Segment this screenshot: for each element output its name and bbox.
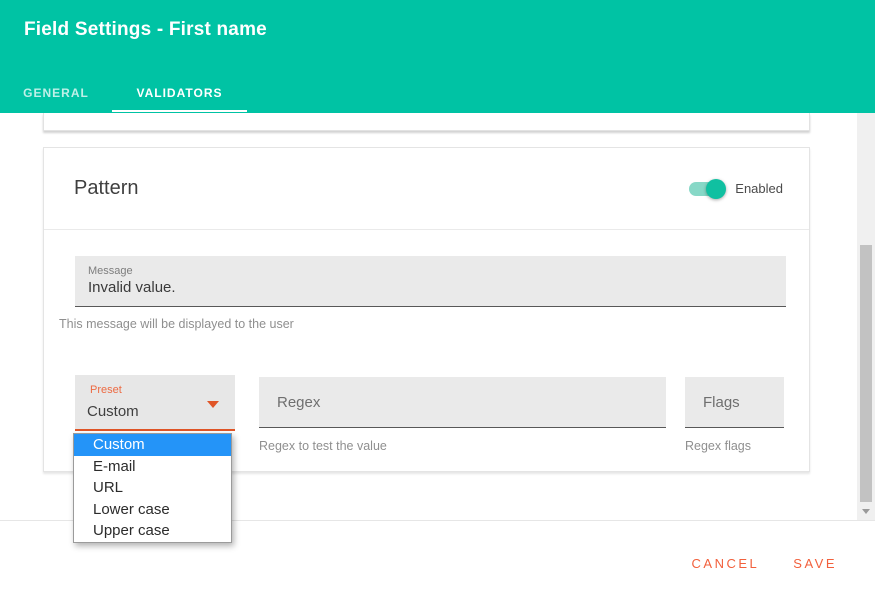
dropdown-option-upper-case[interactable]: Upper case [74, 520, 231, 542]
pattern-section-title: Pattern [74, 177, 138, 200]
footer-buttons: CANCEL SAVE [690, 552, 839, 575]
tab-validators[interactable]: VALIDATORS [112, 73, 247, 113]
preset-select[interactable]: Preset Custom [75, 375, 235, 431]
flags-field[interactable] [685, 377, 784, 428]
toggle-knob [706, 179, 726, 199]
regex-input[interactable] [259, 394, 666, 411]
regex-helper-text: Regex to test the value [259, 439, 387, 453]
scrollbar-thumb[interactable] [860, 245, 872, 502]
preset-select-label: Preset [90, 384, 122, 396]
toggle-label: Enabled [735, 181, 783, 196]
page-title: Field Settings - First name [24, 19, 267, 41]
save-button[interactable]: SAVE [791, 552, 839, 575]
chevron-down-icon [207, 401, 219, 408]
tab-general-label: GENERAL [23, 86, 89, 100]
scrollbar-down-button[interactable] [857, 504, 875, 518]
active-tab-indicator [112, 110, 247, 112]
flags-input[interactable] [685, 394, 784, 411]
scrollbar[interactable] [857, 113, 875, 520]
field-settings-modal: Field Settings - First name GENERAL VALI… [0, 0, 875, 602]
toggle-switch-icon[interactable] [689, 182, 723, 196]
scroll-down-icon [862, 509, 870, 514]
message-input[interactable] [88, 279, 758, 296]
pattern-card: Pattern Enabled Message This message wil… [43, 147, 810, 472]
dropdown-option-custom[interactable]: Custom [74, 434, 231, 456]
flags-helper-text: Regex flags [685, 439, 751, 453]
tab-bar: GENERAL VALIDATORS [0, 73, 247, 113]
regex-field[interactable] [259, 377, 666, 428]
dropdown-option-url[interactable]: URL [74, 477, 231, 499]
message-helper-text: This message will be displayed to the us… [59, 317, 294, 331]
tab-validators-label: VALIDATORS [136, 86, 222, 100]
message-field-label: Message [88, 256, 786, 277]
cancel-button[interactable]: CANCEL [690, 552, 762, 575]
previous-card-edge [43, 113, 810, 131]
modal-header: Field Settings - First name GENERAL VALI… [0, 0, 875, 113]
enabled-toggle[interactable]: Enabled [689, 181, 783, 196]
modal-content: Pattern Enabled Message This message wil… [0, 113, 875, 520]
preset-selected-value: Custom [87, 403, 139, 420]
preset-dropdown-menu: Custom E-mail URL Lower case Upper case [73, 433, 232, 543]
message-field[interactable]: Message [75, 256, 786, 307]
dropdown-option-email[interactable]: E-mail [74, 456, 231, 478]
tab-general[interactable]: GENERAL [0, 73, 112, 113]
dropdown-option-lower-case[interactable]: Lower case [74, 499, 231, 521]
pattern-card-header: Pattern Enabled [44, 148, 809, 230]
